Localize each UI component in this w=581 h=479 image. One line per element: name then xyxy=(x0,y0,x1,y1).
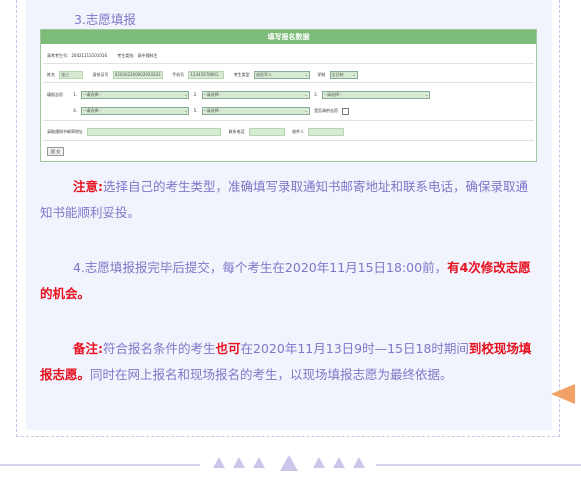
address-field[interactable] xyxy=(87,128,222,136)
chevron-down-icon: ⌄ xyxy=(304,92,308,97)
choice-1-select[interactable]: --请选择-- ⌄ xyxy=(81,91,190,99)
triangle-icon xyxy=(333,457,345,468)
contact-phone-field[interactable] xyxy=(248,128,285,136)
step4-paragraph: 4.志愿填报报完毕后提交，每个考生在2020年11月15日18:00前，有4次修… xyxy=(40,255,536,307)
choice-5-select[interactable]: --请选择-- ⌄ xyxy=(201,107,310,115)
triangle-icon xyxy=(313,457,325,468)
id-number-field[interactable]: 420202200002020202 xyxy=(112,71,163,79)
choice-4-value: --请选择-- xyxy=(83,108,102,113)
choice-2-value: --请选择-- xyxy=(203,92,222,97)
choice-5-value: --请选择-- xyxy=(203,108,222,113)
form-row-mailing: 录取通知书邮寄地址 联系电话 收件人 xyxy=(47,128,345,136)
chevron-down-icon: ⌄ xyxy=(184,92,188,97)
triangle-icon xyxy=(253,457,265,468)
choice-3-value: --请选择-- xyxy=(324,92,342,97)
student-type-value: 高中理科生 xyxy=(137,53,158,58)
adjust-label: 是否调剂志愿 xyxy=(314,108,339,113)
student-type-label: 考生类别: xyxy=(117,53,135,58)
choice-1-value: --请选择-- xyxy=(83,92,102,97)
triangle-icon xyxy=(353,457,365,468)
form-row-exam-info: 高考考生号: 20421213101016 考生类别: 高中理科生 xyxy=(47,52,161,59)
recipient-field[interactable] xyxy=(308,128,345,136)
name-field[interactable]: 张三 xyxy=(59,71,84,79)
remark-text-2: 在2020年11月13日9时—15日18时期间 xyxy=(240,341,469,356)
choice-2-num: 2. xyxy=(193,92,198,97)
choice-3-num: 3. xyxy=(314,92,318,97)
address-label: 录取通知书邮寄地址 xyxy=(47,129,83,134)
exam-no-value: 20421213101016 xyxy=(71,53,107,58)
student-category-label: 考生类型 xyxy=(233,72,250,77)
student-category-select[interactable]: 退役军人 ⌄ xyxy=(253,71,310,79)
form-divider xyxy=(43,140,534,141)
phone-label: 手机号 xyxy=(172,72,185,77)
name-label: 姓名 xyxy=(47,72,55,77)
form-row-choices-2: 4. --请选择-- ⌄ 5. --请选择-- ⌄ 是否调剂志愿 xyxy=(47,107,350,115)
choice-label: 填报志愿 xyxy=(47,92,63,97)
student-category-value: 退役军人 xyxy=(255,72,272,77)
form-row-submit: 提 交 xyxy=(47,147,65,156)
footer-divider-right xyxy=(376,464,581,466)
triangle-icon xyxy=(233,457,245,468)
choice-1-num: 1. xyxy=(73,92,78,97)
choice-3-select[interactable]: --请选择-- ⌄ xyxy=(322,91,431,99)
form-header: 填写报名数据 xyxy=(41,30,536,44)
exam-no-label: 高考考生号: xyxy=(47,53,69,58)
triangle-icon xyxy=(213,457,225,468)
footer-divider-left xyxy=(0,464,200,466)
submit-button[interactable]: 提 交 xyxy=(47,147,65,156)
remark-text-3: 同时在网上报名和现场报名的考生，以现场填报志愿为最终依据。 xyxy=(90,367,453,382)
triangle-icon xyxy=(280,455,298,471)
adjust-checkbox[interactable] xyxy=(342,107,350,115)
registration-form-screenshot: 填写报名数据 高考考生号: 20421213101016 考生类别: 高中理科生 姓… xyxy=(40,29,537,162)
study-mode-value: 全日制 xyxy=(331,72,344,77)
form-divider xyxy=(43,82,534,83)
remark-paragraph: 备注:符合报名条件的考生也可在2020年11月13日9时—15日18时期间到校现… xyxy=(40,336,536,388)
choice-4-select[interactable]: --请选择-- ⌄ xyxy=(81,107,190,115)
step3-title: 3.志愿填报 xyxy=(74,12,136,27)
step4-text: 4.志愿填报报完毕后提交，每个考生在2020年11月15日18:00前， xyxy=(73,260,448,275)
recipient-label: 收件人 xyxy=(292,129,305,134)
note-label: 注意: xyxy=(73,179,103,194)
form-divider xyxy=(43,120,534,121)
study-mode-label: 学制 xyxy=(317,72,326,77)
left-arrow-icon xyxy=(551,384,575,404)
chevron-down-icon: ⌄ xyxy=(304,108,308,113)
phone-field[interactable]: 12345678901 xyxy=(188,71,225,79)
chevron-down-icon: ⌄ xyxy=(184,108,188,113)
note-paragraph: 注意:选择自己的考生类型，准确填写录取通知书邮寄地址和联系电话，确保录取通知书能… xyxy=(40,174,536,226)
choice-5-num: 5. xyxy=(193,108,198,113)
form-divider xyxy=(43,63,534,64)
form-row-choices-1: 填报志愿 1. --请选择-- ⌄ 2. --请选择-- ⌄ 3. --请选择-- ⌄ xyxy=(47,91,431,99)
id-label: 身份证号 xyxy=(92,72,109,77)
remark-highlight-1: 也可 xyxy=(215,341,241,356)
form-row-personal: 姓名 张三 身份证号 420202200002020202 手机号 123456… xyxy=(47,71,358,79)
contact-label: 联系电话 xyxy=(228,129,245,134)
choice-2-select[interactable]: --请选择-- ⌄ xyxy=(201,91,310,99)
study-mode-select[interactable]: 全日制 ⌄ xyxy=(329,71,358,79)
chevron-down-icon: ⌄ xyxy=(352,72,356,77)
remark-label: 备注: xyxy=(73,341,103,356)
chevron-down-icon: ⌄ xyxy=(304,72,308,77)
choice-4-num: 4. xyxy=(73,108,78,113)
chevron-down-icon: ⌄ xyxy=(424,92,429,97)
note-text: 选择自己的考生类型，准确填写录取通知书邮寄地址和联系电话，确保录取通知书能顺利妥… xyxy=(40,179,529,220)
remark-text-1: 符合报名条件的考生 xyxy=(103,341,216,356)
